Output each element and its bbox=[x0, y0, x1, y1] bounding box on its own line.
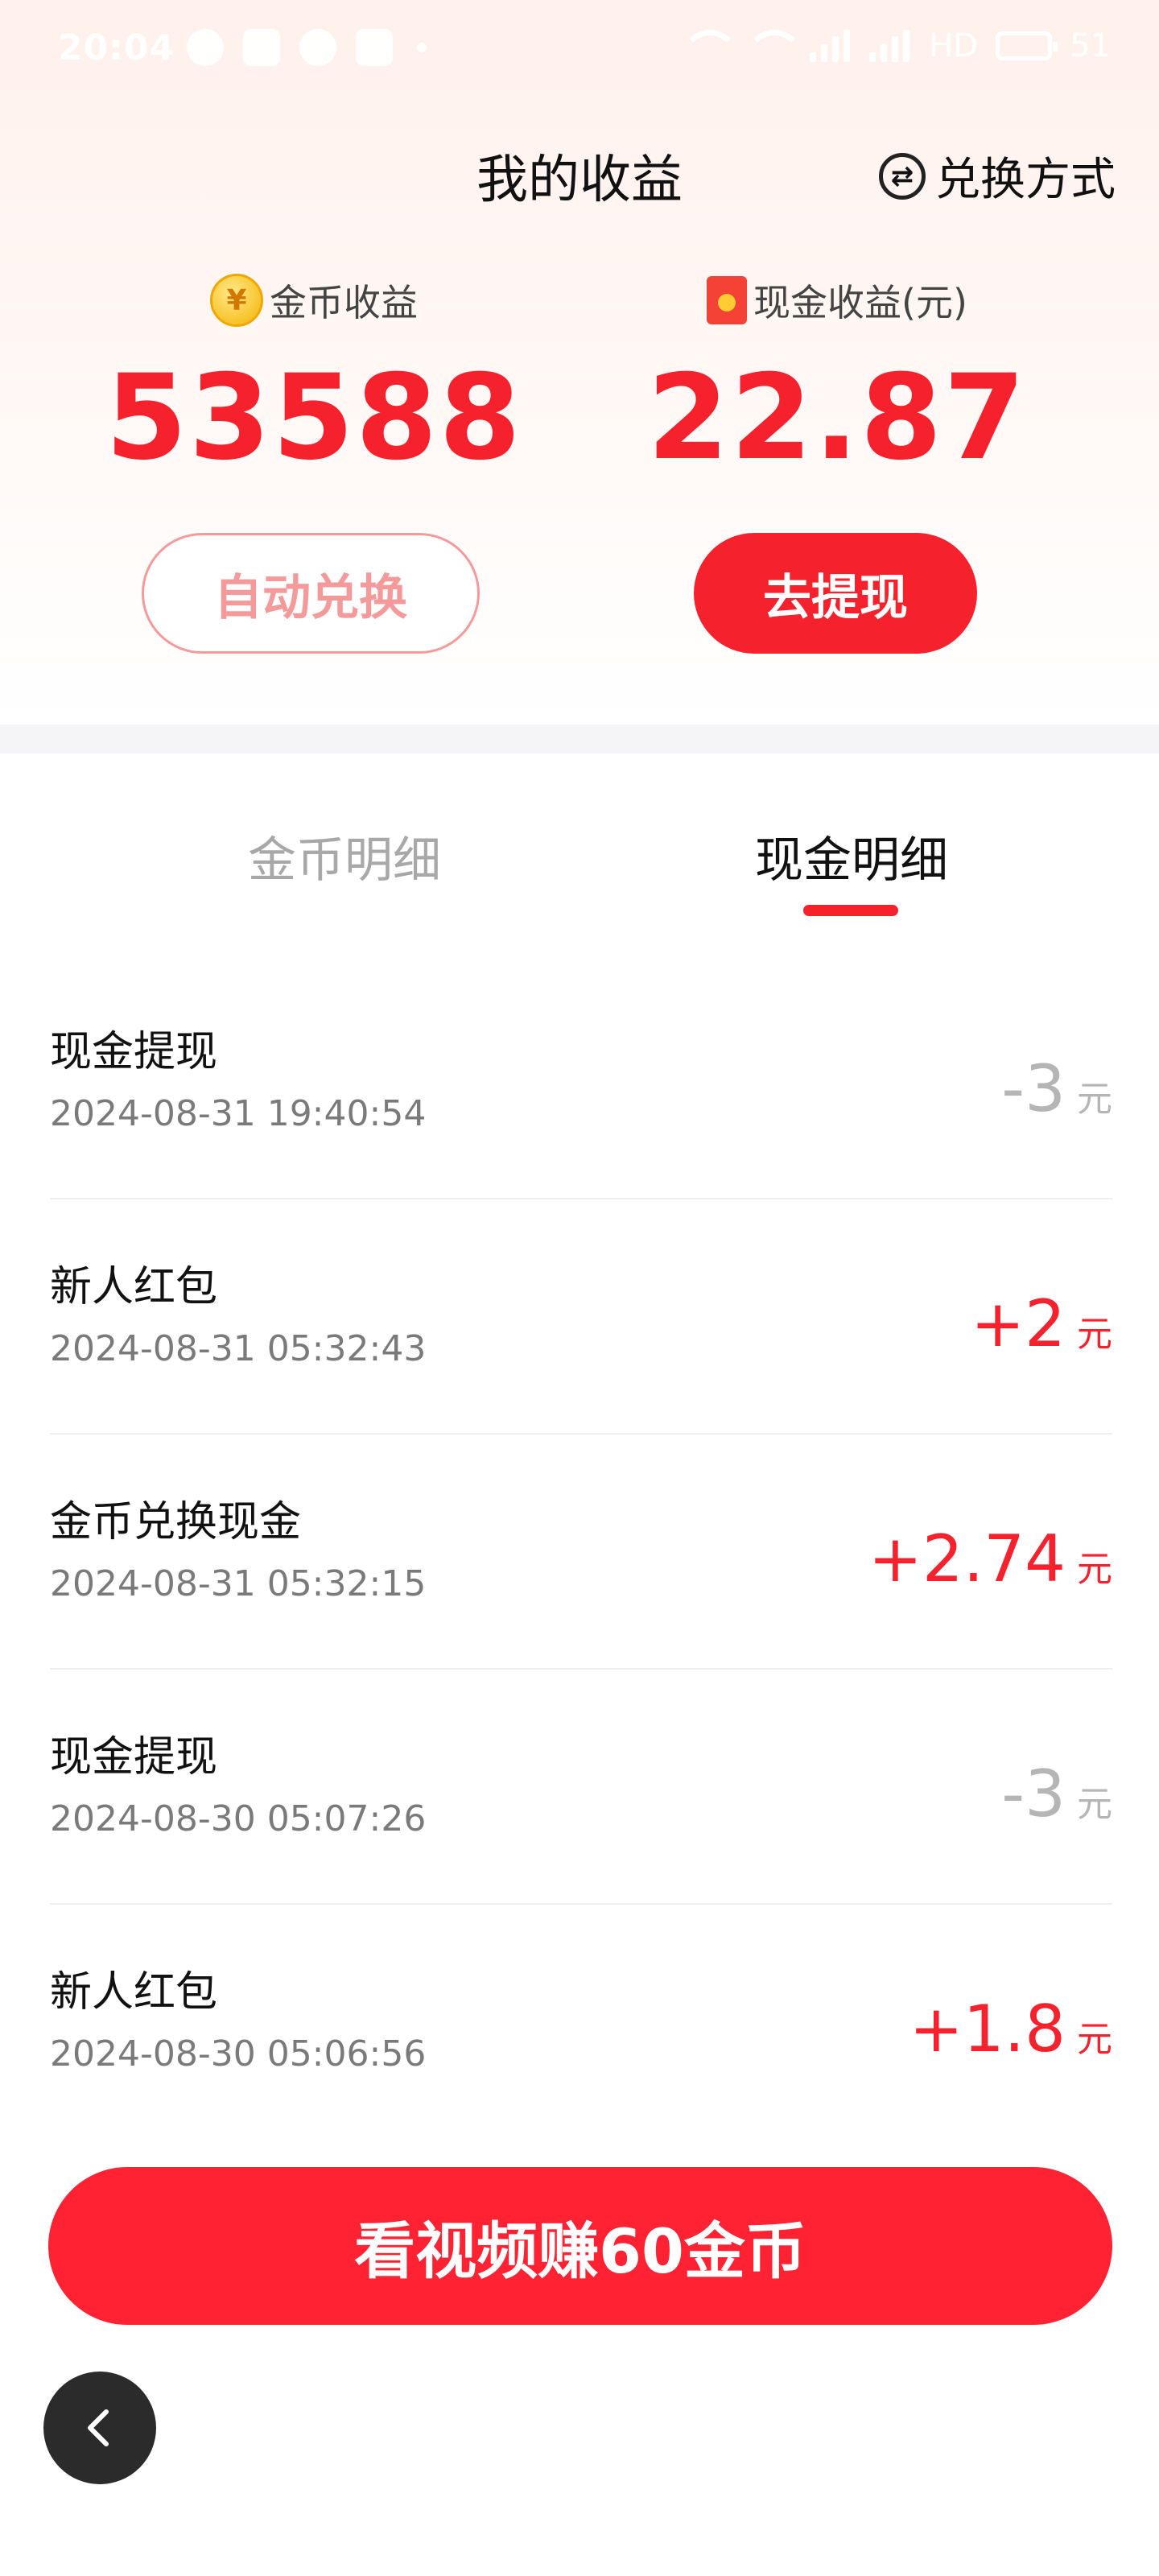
record-amount: -3 元 bbox=[1001, 1051, 1112, 1126]
notification-icons bbox=[187, 29, 427, 66]
record-amount: +2 元 bbox=[971, 1286, 1112, 1361]
cash-earnings-label-row: 现金收益(元) bbox=[628, 274, 1046, 327]
auto-exchange-button[interactable]: 自动兑换 bbox=[142, 533, 480, 654]
coin-earnings-label: 金币收益 bbox=[270, 281, 418, 324]
chevron-left-icon bbox=[88, 2409, 109, 2446]
signal-icon-2 bbox=[869, 30, 911, 62]
status-bar: 20:04 HD 51 bbox=[0, 0, 1159, 97]
record-title: 现金提现 bbox=[50, 1028, 218, 1076]
notification-icon bbox=[187, 29, 224, 66]
record-time: 2024-08-31 05:32:15 bbox=[50, 1563, 427, 1604]
cash-earnings-value: 22.87 bbox=[647, 349, 1027, 486]
record-title: 金币兑换现金 bbox=[50, 1498, 302, 1546]
record-amount-value: -3 bbox=[1001, 1757, 1066, 1831]
cash-records-list: 现金提现 2024-08-31 19:40:54 -3 元 新人红包 2024-… bbox=[50, 964, 1112, 2140]
record-amount: -3 元 bbox=[1001, 1757, 1112, 1831]
red-envelope-icon bbox=[707, 276, 748, 324]
message-icon bbox=[299, 29, 336, 66]
record-time: 2024-08-30 05:07:26 bbox=[50, 1798, 427, 1839]
watch-video-button[interactable]: 看视频赚60金币 bbox=[48, 2167, 1112, 2325]
more-notifications-dot-icon bbox=[417, 43, 427, 52]
list-item[interactable]: 金币兑换现金 2024-08-31 05:32:15 +2.74 元 bbox=[50, 1435, 1112, 1670]
coin-earnings-value: 53588 bbox=[105, 349, 522, 486]
record-amount-unit: 元 bbox=[1077, 2019, 1112, 2060]
record-amount-value: +2.74 bbox=[868, 1521, 1066, 1596]
battery-icon bbox=[996, 31, 1058, 60]
tiktok-icon bbox=[356, 29, 393, 66]
record-amount: +2.74 元 bbox=[868, 1521, 1112, 1596]
list-item[interactable]: 现金提现 2024-08-31 19:40:54 -3 元 bbox=[50, 964, 1112, 1199]
record-amount-value: +1.8 bbox=[909, 1992, 1066, 2066]
withdraw-button[interactable]: 去提现 bbox=[694, 533, 977, 654]
back-button[interactable] bbox=[43, 2372, 156, 2484]
record-title: 新人红包 bbox=[50, 1968, 218, 2017]
list-item[interactable]: 新人红包 2024-08-30 05:06:56 +1.8 元 bbox=[50, 1905, 1112, 2140]
record-title: 现金提现 bbox=[50, 1733, 218, 1781]
record-amount-unit: 元 bbox=[1077, 1549, 1112, 1590]
app-notification-icon bbox=[243, 29, 280, 66]
record-title: 新人红包 bbox=[50, 1263, 218, 1311]
cash-earnings-label: 现金收益(元) bbox=[753, 281, 967, 324]
coin-earnings-label-row: ¥ 金币收益 bbox=[105, 274, 523, 327]
exchange-icon: ⇄ bbox=[879, 152, 926, 200]
system-icons: HD 51 bbox=[681, 27, 1111, 64]
status-time: 20:04 bbox=[58, 27, 175, 68]
hotspot-icon bbox=[745, 30, 804, 62]
signal-icon bbox=[810, 30, 852, 62]
record-amount-value: -3 bbox=[1001, 1051, 1066, 1126]
list-item[interactable]: 现金提现 2024-08-30 05:07:26 -3 元 bbox=[50, 1670, 1112, 1905]
list-item[interactable]: 新人红包 2024-08-31 05:32:43 +2 元 bbox=[50, 1199, 1112, 1435]
record-time: 2024-08-31 19:40:54 bbox=[50, 1093, 427, 1134]
cash-earnings: 现金收益(元) 22.87 bbox=[628, 274, 1046, 477]
record-amount-unit: 元 bbox=[1077, 1784, 1112, 1825]
record-time: 2024-08-30 05:06:56 bbox=[50, 2033, 427, 2074]
coin-icon: ¥ bbox=[210, 274, 263, 327]
record-amount-unit: 元 bbox=[1077, 1079, 1112, 1120]
record-amount: +1.8 元 bbox=[909, 1992, 1112, 2066]
record-amount-value: +2 bbox=[971, 1286, 1066, 1361]
record-amount-unit: 元 bbox=[1077, 1314, 1112, 1355]
network-type: HD bbox=[929, 27, 979, 64]
coin-earnings: ¥ 金币收益 53588 bbox=[105, 274, 523, 477]
exchange-method-label: 兑换方式 bbox=[935, 154, 1116, 206]
tab-active-indicator bbox=[803, 905, 898, 916]
record-time: 2024-08-31 05:32:43 bbox=[50, 1328, 427, 1369]
wifi-icon bbox=[681, 30, 740, 62]
exchange-method-button[interactable]: ⇄ 兑换方式 bbox=[879, 143, 1116, 208]
tab-coin-details[interactable]: 金币明细 bbox=[135, 821, 554, 891]
section-divider bbox=[0, 724, 1159, 753]
tab-cash-details[interactable]: 现金明细 bbox=[642, 821, 1061, 891]
battery-level: 51 bbox=[1070, 27, 1111, 64]
